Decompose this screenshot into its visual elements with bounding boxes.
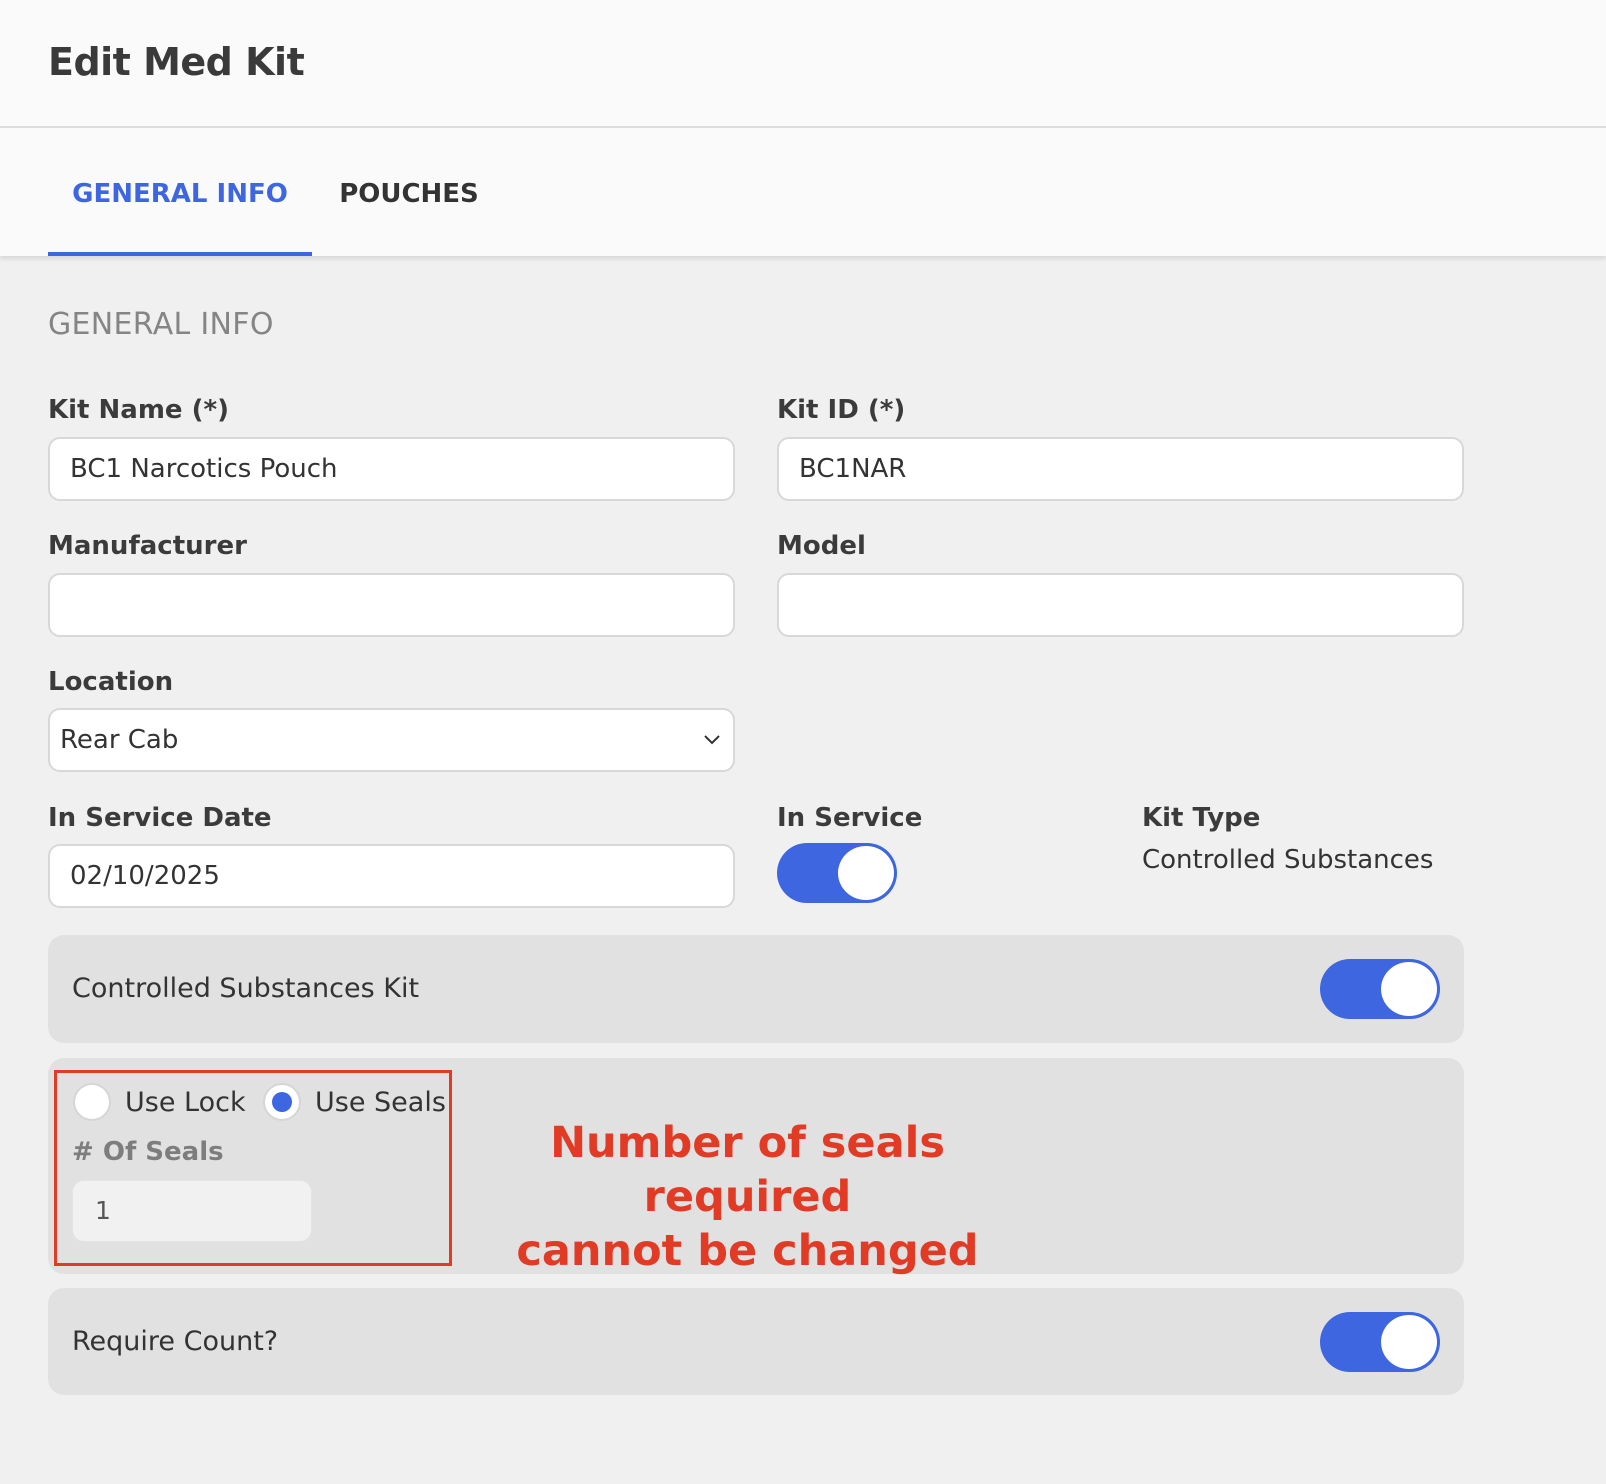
- controlled-substances-panel: Controlled Substances Kit: [48, 935, 1464, 1043]
- page-title: Edit Med Kit: [48, 40, 305, 84]
- in-service-date-input[interactable]: 02/10/2025: [48, 844, 735, 908]
- controlled-substances-toggle[interactable]: [1320, 959, 1440, 1019]
- model-label: Model: [777, 531, 866, 561]
- tab-bar: GENERAL INFO POUCHES: [0, 128, 1606, 256]
- toggle-knob: [1381, 962, 1437, 1016]
- require-count-panel: Require Count?: [48, 1288, 1464, 1395]
- model-input[interactable]: [777, 573, 1464, 637]
- kit-name-label: Kit Name (*): [48, 395, 229, 425]
- in-service-date-label: In Service Date: [48, 803, 272, 833]
- kit-type-label: Kit Type: [1142, 803, 1261, 833]
- use-seals-label: Use Seals: [315, 1087, 446, 1118]
- kit-name-input[interactable]: BC1 Narcotics Pouch: [48, 437, 735, 501]
- kit-type-value: Controlled Substances: [1142, 845, 1434, 875]
- annotation-line-2: cannot be changed: [516, 1226, 979, 1276]
- use-lock-label: Use Lock: [125, 1087, 246, 1118]
- manufacturer-label: Manufacturer: [48, 531, 247, 561]
- use-seals-radio[interactable]: [263, 1083, 301, 1121]
- in-service-toggle[interactable]: [777, 843, 897, 903]
- in-service-label: In Service: [777, 803, 923, 833]
- page-header: Edit Med Kit: [0, 0, 1606, 128]
- annotation-line-1: Number of seals required: [550, 1118, 945, 1222]
- require-count-label: Require Count?: [72, 1326, 279, 1357]
- kit-id-input[interactable]: BC1NAR: [777, 437, 1464, 501]
- seals-count-input: 1: [72, 1180, 312, 1242]
- toggle-knob: [838, 846, 894, 900]
- controlled-substances-label: Controlled Substances Kit: [72, 973, 420, 1004]
- toggle-knob: [1381, 1315, 1437, 1369]
- tab-general-info[interactable]: GENERAL INFO: [48, 176, 312, 256]
- kit-id-label: Kit ID (*): [777, 395, 906, 425]
- manufacturer-input[interactable]: [48, 573, 735, 637]
- location-selected-value: Rear Cab: [60, 725, 179, 755]
- require-count-toggle[interactable]: [1320, 1312, 1440, 1372]
- annotation-text: Number of seals required cannot be chang…: [470, 1116, 1025, 1278]
- location-label: Location: [48, 667, 174, 697]
- chevron-down-icon: [704, 735, 720, 745]
- tab-pouches[interactable]: POUCHES: [320, 176, 498, 256]
- section-title: GENERAL INFO: [48, 307, 274, 342]
- seals-count-label: # Of Seals: [72, 1137, 224, 1167]
- use-lock-radio[interactable]: [73, 1083, 111, 1121]
- location-select[interactable]: Rear Cab: [48, 708, 735, 772]
